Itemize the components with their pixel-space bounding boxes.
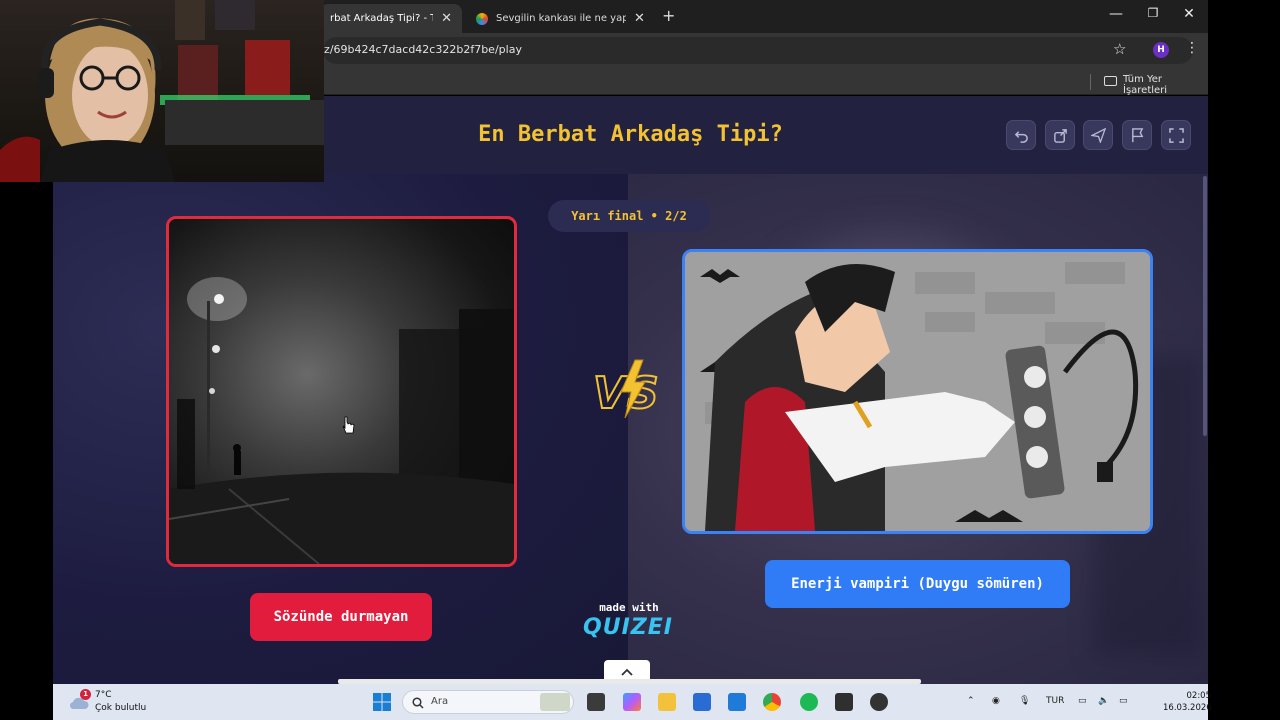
- chrome-icon[interactable]: [763, 693, 781, 711]
- screen: En Berbat Arkadaş Tipi? Yarı final • 2/2: [0, 0, 1280, 720]
- store-icon[interactable]: [693, 693, 711, 711]
- foggy-night-street-image: [169, 277, 514, 564]
- tab-second[interactable]: Sevgilin kankası ile ne yapamaz ✕: [466, 4, 656, 33]
- share-button[interactable]: [1045, 120, 1075, 150]
- windows-taskbar: 1 7°C Çok bulutlu Ara ⌃ ◉ 🎙 TUR ▭ 🔈 ▭ 02…: [53, 684, 1212, 720]
- left-option-card[interactable]: [166, 216, 517, 567]
- undo-icon: [1014, 131, 1028, 143]
- weather-description[interactable]: Çok bulutlu: [95, 703, 146, 713]
- copilot-icon[interactable]: [623, 693, 641, 711]
- language-indicator[interactable]: TUR: [1046, 696, 1064, 706]
- tab-favicon: [476, 12, 488, 25]
- quiz-page: En Berbat Arkadaş Tipi? Yarı final • 2/2: [53, 96, 1208, 684]
- menu-kebab-icon[interactable]: ⋮: [1185, 40, 1199, 56]
- bookmark-star-icon[interactable]: ☆: [1113, 40, 1126, 58]
- vs-text: VS: [593, 368, 659, 419]
- spotify-icon[interactable]: [800, 693, 818, 711]
- search-icon: [412, 697, 424, 709]
- tab-title: Sevgilin kankası ile ne yapamaz: [496, 13, 626, 24]
- minimize-button[interactable]: —: [1105, 6, 1127, 22]
- vs-logo: VS: [592, 359, 660, 420]
- vampire-power-strip-image: [685, 252, 1150, 531]
- new-tab-button[interactable]: +: [662, 6, 675, 25]
- weather-temperature[interactable]: 7°C: [95, 690, 112, 700]
- url-text[interactable]: iz/69b424c7dacd42c322b2f7be/play: [321, 43, 522, 56]
- webcam-overlay: [0, 0, 324, 182]
- left-option-button[interactable]: Sözünde durmayan: [250, 593, 432, 641]
- windows-start-icon[interactable]: [372, 692, 392, 712]
- round-badge: Yarı final • 2/2: [548, 200, 710, 232]
- cloud-weather-icon: [69, 697, 89, 710]
- vertical-scrollbar[interactable]: [1203, 176, 1207, 436]
- clock-time: 02:05: [1186, 691, 1212, 701]
- obs-icon[interactable]: [835, 693, 853, 711]
- battery-icon[interactable]: ▭: [1119, 696, 1128, 706]
- flag-icon: [1132, 128, 1144, 143]
- all-bookmarks-link[interactable]: Tüm Yer İşaretleri: [1123, 74, 1208, 96]
- taskbar-search-placeholder: Ara: [431, 696, 449, 707]
- send-icon: [1091, 128, 1106, 143]
- made-with-label: made with: [599, 601, 659, 614]
- right-option-button[interactable]: Enerji vampiri (Duygu sömüren): [765, 560, 1070, 608]
- mouse-cursor-icon: [342, 416, 355, 434]
- search-highlight-icon: [540, 693, 570, 711]
- quizei-logo[interactable]: QUIZEI: [578, 615, 678, 640]
- network-icon[interactable]: ◉: [992, 696, 1000, 706]
- report-button[interactable]: [1122, 120, 1152, 150]
- volume-icon[interactable]: 🔈: [1098, 696, 1109, 706]
- taskbar-clock[interactable]: 02:05 16.03.2026: [1163, 690, 1212, 714]
- file-explorer-icon[interactable]: [658, 693, 676, 711]
- outlook-icon[interactable]: [728, 693, 746, 711]
- close-window-button[interactable]: ✕: [1178, 6, 1200, 22]
- close-icon[interactable]: ✕: [441, 11, 452, 26]
- webcam-person-image: [0, 0, 324, 182]
- folder-icon: [1104, 76, 1117, 86]
- chevron-up-icon: [621, 668, 633, 676]
- right-option-card[interactable]: [682, 249, 1153, 534]
- tab-title: rbat Arkadaş Tipi? - Tier L: [330, 13, 433, 24]
- undo-button[interactable]: [1006, 120, 1036, 150]
- task-view-icon[interactable]: [587, 693, 605, 711]
- send-button[interactable]: [1083, 120, 1113, 150]
- display-icon[interactable]: ▭: [1078, 696, 1087, 706]
- app-icon[interactable]: [870, 693, 888, 711]
- tab-quiz[interactable]: rbat Arkadaş Tipi? - Tier L ✕: [320, 4, 462, 33]
- clock-date: 16.03.2026: [1163, 703, 1212, 713]
- microphone-icon[interactable]: 🎙: [1019, 696, 1030, 706]
- close-icon[interactable]: ✕: [634, 11, 645, 26]
- chevron-up-icon[interactable]: ⌃: [967, 696, 975, 706]
- bookmarks-divider: [1090, 74, 1091, 90]
- profile-avatar[interactable]: H: [1153, 42, 1169, 58]
- fullscreen-button[interactable]: [1161, 120, 1191, 150]
- share-icon: [1054, 129, 1067, 143]
- restore-button[interactable]: ❐: [1142, 6, 1164, 20]
- fullscreen-icon: [1169, 128, 1184, 143]
